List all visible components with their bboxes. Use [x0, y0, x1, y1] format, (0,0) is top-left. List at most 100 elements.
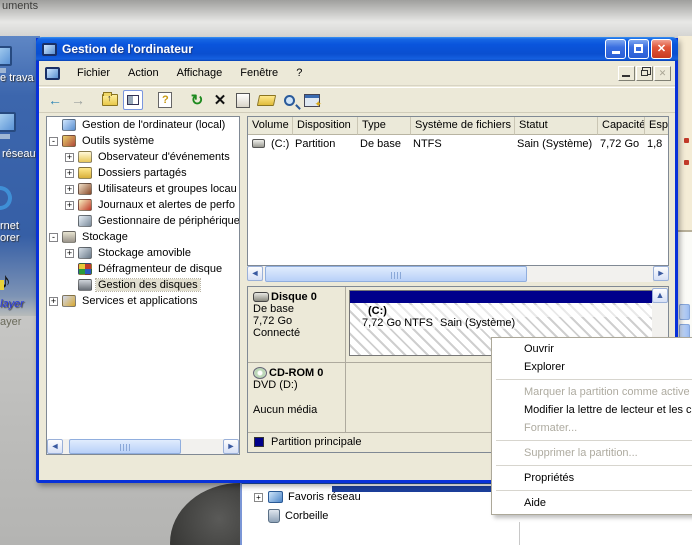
column-volume[interactable]: Volume [248, 117, 293, 135]
primary-partition-legend-swatch [254, 437, 264, 447]
tree-item-computer-management[interactable]: Gestion de l'ordinateur (local) [47, 117, 239, 133]
expand-icon[interactable]: + [65, 169, 74, 178]
explorer-pane-divider [519, 522, 520, 545]
disk0-status: Connecté [253, 327, 342, 339]
cell-status: Sain (Système) [513, 138, 596, 150]
expand-icon[interactable]: + [65, 185, 74, 194]
column-capacity[interactable]: Capacité [598, 117, 645, 135]
find-icon[interactable] [279, 90, 299, 110]
tree-item-system-tools[interactable]: - Outils système [47, 133, 239, 149]
tree-item-performance-logs[interactable]: + Journaux et alertes de perfo [47, 197, 239, 213]
volume-list-pane: Volume Disposition Type Système de fichi… [247, 116, 669, 266]
event-viewer-icon [78, 151, 92, 163]
scroll-up-icon[interactable]: ▲ [652, 288, 668, 303]
column-free-space[interactable]: Esp [645, 117, 669, 135]
explorer-item-label[interactable]: Favoris réseau [288, 491, 361, 503]
scroll-right-icon[interactable]: ► [223, 439, 239, 454]
title-bar[interactable]: Gestion de l'ordinateur ✕ [36, 37, 678, 61]
partition-context-menu: Ouvrir Explorer Marquer la partition com… [491, 337, 692, 515]
network-icon[interactable] [0, 112, 16, 132]
menu-view[interactable]: Affichage [168, 64, 232, 82]
menu-help[interactable]: ? [287, 64, 311, 82]
menu-item-change-drive-letter[interactable]: Modifier la lettre de lecteur et les che… [494, 401, 692, 419]
menu-window[interactable]: Fenêtre [231, 64, 287, 82]
desktop-label-internet-1[interactable]: rnet [0, 220, 19, 232]
tree-item-shared-folders[interactable]: + Dossiers partagés [47, 165, 239, 181]
explorer-item-recycle-bin[interactable]: Corbeille [268, 509, 328, 523]
collapse-icon[interactable]: - [49, 137, 58, 146]
column-status[interactable]: Statut [515, 117, 598, 135]
expand-icon[interactable]: + [65, 201, 74, 210]
desktop-label-player-1[interactable]: layer [0, 298, 24, 310]
menu-item-explore[interactable]: Explorer [494, 358, 692, 376]
list-horizontal-scrollbar[interactable]: ◄ ► [247, 266, 669, 282]
open-folder-icon[interactable] [256, 90, 276, 110]
scrollbar-track[interactable] [263, 266, 653, 282]
menu-action[interactable]: Action [119, 64, 168, 82]
media-player-icon[interactable] [0, 272, 18, 296]
menu-item-properties[interactable]: Propriétés [494, 469, 692, 487]
desktop-label-documents[interactable]: uments [2, 0, 38, 12]
system-tools-icon [62, 135, 76, 147]
properties-icon[interactable] [233, 90, 253, 110]
expand-icon[interactable]: + [65, 153, 74, 162]
up-one-level-icon[interactable]: ↑ [100, 90, 120, 110]
delete-icon[interactable]: ✕ [210, 90, 230, 110]
volume-list-header: Volume Disposition Type Système de fichi… [248, 117, 668, 135]
cdrom-drive: DVD (D:) [253, 379, 342, 391]
scrollbar-track[interactable] [63, 439, 223, 454]
maximize-button[interactable] [628, 39, 649, 59]
disk0-info[interactable]: Disque 0 De base 7,72 Go Connecté [248, 287, 346, 362]
scroll-left-icon[interactable]: ◄ [47, 439, 63, 454]
show-hide-console-tree-icon[interactable] [123, 90, 143, 110]
cdrom-info[interactable]: CD-ROM 0 DVD (D:) Aucun média [248, 363, 346, 432]
tree-horizontal-scrollbar[interactable]: ◄ ► [47, 439, 239, 454]
tree-item-device-manager[interactable]: Gestionnaire de périphérique [47, 213, 239, 229]
console-window-icon[interactable] [302, 90, 322, 110]
back-icon[interactable]: ← [45, 90, 65, 110]
computer-management-icon [42, 43, 57, 56]
explorer-item-network-places[interactable]: + Favoris réseau [254, 491, 361, 503]
volume-row-c[interactable]: (C:) Partition De base NTFS Sain (Systèm… [248, 135, 668, 152]
tree-item-event-viewer[interactable]: + Observateur d'événements [47, 149, 239, 165]
minimize-button[interactable] [605, 39, 626, 59]
scroll-left-icon[interactable]: ◄ [247, 266, 263, 281]
collapse-icon[interactable]: - [49, 233, 58, 242]
background-scroll-fragment [679, 304, 690, 320]
desktop-label-network[interactable]: réseau [2, 148, 36, 160]
desktop-label-player-2[interactable]: ayer [0, 316, 21, 328]
help-icon[interactable] [155, 90, 175, 110]
expand-icon[interactable]: + [254, 493, 263, 502]
tree-item-disk-defragmenter[interactable]: Défragmenteur de disque [47, 261, 239, 277]
cell-filesystem: NTFS [409, 138, 513, 150]
scrollbar-thumb[interactable] [69, 439, 181, 454]
tree-item-storage[interactable]: - Stockage [47, 229, 239, 245]
tree-item-removable-storage[interactable]: + Stockage amovible [47, 245, 239, 261]
local-users-groups-icon [78, 183, 92, 195]
menu-separator [496, 465, 692, 466]
close-button[interactable]: ✕ [651, 39, 672, 59]
desktop-label-internet-2[interactable]: orer [0, 232, 20, 244]
scrollbar-thumb[interactable] [265, 266, 527, 282]
tree-item-services-applications[interactable]: + Services et applications [47, 293, 239, 309]
column-disposition[interactable]: Disposition [293, 117, 358, 135]
mdi-restore-button[interactable] [636, 66, 653, 81]
menu-item-help[interactable]: Aide [494, 494, 692, 512]
cell-capacity: 7,72 Go [596, 138, 643, 150]
mdi-minimize-button[interactable] [618, 66, 635, 81]
expand-icon[interactable]: + [49, 297, 58, 306]
tree-item-local-users-groups[interactable]: + Utilisateurs et groupes locau [47, 181, 239, 197]
refresh-icon[interactable]: ↻ [187, 90, 207, 110]
storage-icon [62, 231, 76, 243]
menu-file[interactable]: Fichier [68, 64, 119, 82]
expand-icon[interactable]: + [65, 249, 74, 258]
my-computer-icon[interactable] [0, 46, 12, 66]
explorer-item-label[interactable]: Corbeille [285, 510, 328, 522]
column-type[interactable]: Type [358, 117, 411, 135]
desktop-label-workstation[interactable]: e trava [0, 72, 34, 84]
internet-explorer-icon[interactable] [0, 186, 12, 210]
scroll-right-icon[interactable]: ► [653, 266, 669, 281]
menu-item-open[interactable]: Ouvrir [494, 340, 692, 358]
tree-item-disk-management[interactable]: Gestion des disques [47, 277, 239, 293]
column-filesystem[interactable]: Système de fichiers [411, 117, 515, 135]
